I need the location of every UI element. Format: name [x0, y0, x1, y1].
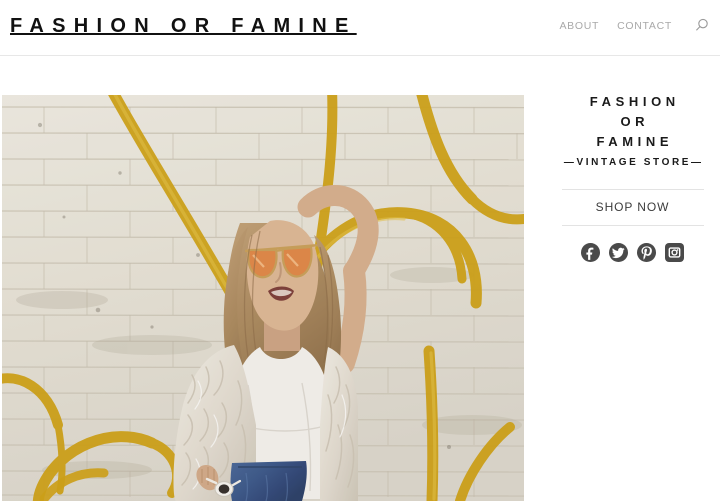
- sidebar-brand-title: FASHION OR FAMINE: [545, 92, 720, 152]
- instagram-icon[interactable]: [665, 243, 684, 262]
- main-content: FASHION OR FAMINE —VINTAGE STORE— SHOP N…: [0, 56, 720, 501]
- sidebar: FASHION OR FAMINE —VINTAGE STORE— SHOP N…: [545, 92, 720, 262]
- hero-image[interactable]: [2, 95, 524, 501]
- search-icon[interactable]: [692, 16, 710, 34]
- twitter-icon[interactable]: [609, 243, 628, 262]
- page-root: FASHION OR FAMINE ABOUT CONTACT FASHION …: [0, 0, 720, 501]
- social-links: [545, 243, 720, 262]
- shop-now-button[interactable]: SHOP NOW: [562, 190, 704, 225]
- sidebar-title-line-1: FASHION: [589, 94, 680, 109]
- sidebar-title-line-2: OR: [620, 114, 650, 129]
- site-logo[interactable]: FASHION OR FAMINE: [10, 13, 357, 39]
- nav-item-contact[interactable]: CONTACT: [617, 20, 672, 32]
- facebook-icon[interactable]: [581, 243, 600, 262]
- divider-below-shop-now: [561, 225, 704, 226]
- nav-item-about[interactable]: ABOUT: [559, 20, 599, 32]
- site-header: FASHION OR FAMINE ABOUT CONTACT: [0, 0, 720, 56]
- sidebar-title-line-3: FAMINE: [596, 134, 674, 149]
- pinterest-icon[interactable]: [637, 243, 656, 262]
- main-navigation: ABOUT CONTACT: [559, 18, 710, 34]
- sidebar-subtitle: —VINTAGE STORE—: [563, 157, 704, 168]
